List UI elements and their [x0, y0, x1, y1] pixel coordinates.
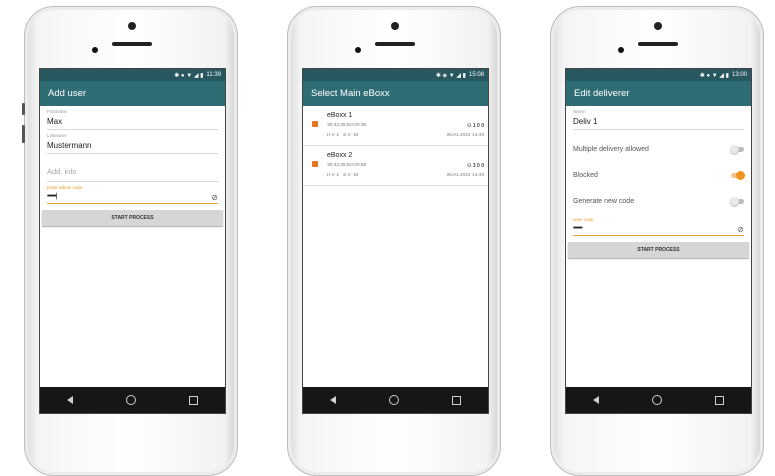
- status-icons: ✱ ◈ ▼ ◢ ▮: [435, 72, 466, 79]
- lastname-field[interactable]: Lastname Mustermann: [47, 130, 218, 154]
- status-bar: ✱ ◈ ▼ ◢ ▮ 15:08: [303, 69, 488, 81]
- earpiece-speaker: [375, 42, 415, 46]
- mute-switch: [22, 103, 25, 115]
- front-camera: [391, 22, 399, 30]
- back-icon[interactable]: [329, 396, 336, 404]
- firstname-field[interactable]: Firstname Max: [47, 106, 218, 130]
- eboxx-icon: [312, 121, 318, 127]
- status-time: 15:08: [468, 72, 484, 78]
- phone-frame: ✱ ● ▼ ◢ ▮ 13:00 Edit deliverer Name Deli…: [550, 6, 764, 476]
- multiple-delivery-toggle[interactable]: [730, 144, 744, 154]
- start-process-button[interactable]: START PROCESS: [42, 210, 223, 226]
- phone-screen: ✱ ◈ ▼ ◢ ▮ 15:08 Select Main eBoxx eBoxx …: [302, 68, 489, 414]
- phone-screen: ✱ ● ▼ ◢ ▮ 13:00 Edit deliverer Name Deli…: [565, 68, 752, 414]
- visibility-off-icon[interactable]: ⊘: [211, 193, 218, 202]
- toggle-row-multiple-delivery: Multiple delivery allowed: [573, 136, 744, 162]
- toggle-label: Generate new code: [573, 197, 635, 205]
- screen-title: Edit deliverer: [574, 88, 630, 99]
- field-value: Max: [47, 117, 63, 126]
- status-icons: ✱ ● ▼ ◢ ▮: [174, 72, 204, 79]
- eboxx-stats: 3 0 0: [472, 163, 484, 169]
- field-placeholder: Add. info: [47, 167, 77, 176]
- blocked-toggle[interactable]: [731, 170, 745, 180]
- eboxx-icon: [312, 161, 318, 167]
- add-info-field[interactable]: Add. info: [47, 154, 218, 182]
- home-icon[interactable]: [125, 395, 136, 405]
- status-time: 13:00: [731, 72, 747, 78]
- status-time: 11:39: [206, 72, 221, 78]
- recents-icon[interactable]: [189, 395, 199, 405]
- app-bar: Add user: [40, 81, 225, 106]
- status-bar: ✱ ● ▼ ◢ ▮ 11:39: [40, 69, 225, 81]
- eboxx-date: 06.01.2021 14:49: [446, 133, 484, 138]
- field-value: ••••••|: [47, 193, 57, 200]
- phone-frame: ✱ ● ▼ ◢ ▮ 11:39 Add user Firstname Max L…: [22, 6, 238, 476]
- eboxx-name: eBoxx 2: [327, 152, 353, 159]
- field-value: Mustermann: [47, 141, 92, 150]
- nav-bar: [40, 387, 225, 413]
- toggle-row-blocked: Blocked: [573, 162, 745, 188]
- eboxx-hv: H.V 1: [327, 133, 339, 138]
- toggle-label: Multiple delivery allowed: [573, 145, 649, 153]
- toggle-knob: [730, 144, 739, 154]
- nav-bar: [566, 387, 751, 413]
- app-bar: Select Main eBoxx: [303, 81, 488, 106]
- app-bar: Edit deliverer: [566, 81, 751, 106]
- start-process-button[interactable]: START PROCESS: [568, 242, 749, 258]
- eboxx-mac: 30:42:25:E0:00:36: [327, 123, 367, 128]
- sensor-dot: [92, 47, 98, 53]
- toggle-knob: [730, 196, 739, 206]
- eboxx-hv: H.V 1: [327, 173, 339, 178]
- generate-code-toggle[interactable]: [730, 196, 744, 206]
- field-value: ••••••: [573, 225, 583, 232]
- eboxx-list-item[interactable]: eBoxx 1 30:42:25:E0:00:36 ⚇ 1 0 0 H.V 1 …: [303, 106, 488, 146]
- eboxx-name: eBoxx 1: [327, 112, 353, 119]
- back-icon[interactable]: [592, 396, 599, 404]
- eboxx-sv: S.V. 10: [343, 173, 359, 178]
- home-icon[interactable]: [651, 395, 662, 405]
- eboxx-mac: 30:42:25:E0:00:58: [327, 163, 367, 168]
- admin-code-field[interactable]: Enter admin code ••••••| ⊘: [47, 182, 218, 204]
- phone-frame: ✱ ◈ ▼ ◢ ▮ 15:08 Select Main eBoxx eBoxx …: [287, 6, 501, 476]
- recents-icon[interactable]: [452, 395, 462, 405]
- status-bar: ✱ ● ▼ ◢ ▮ 13:00: [566, 69, 751, 81]
- toggle-row-generate-code: Generate new code: [573, 188, 744, 214]
- home-icon[interactable]: [388, 395, 399, 405]
- earpiece-speaker: [112, 42, 152, 46]
- sensor-dot: [618, 47, 624, 53]
- eboxx-sv: S.V. 10: [343, 133, 359, 138]
- status-icons: ✱ ● ▼ ◢ ▮: [699, 72, 729, 79]
- phone-screen: ✱ ● ▼ ◢ ▮ 11:39 Add user Firstname Max L…: [39, 68, 226, 414]
- nav-bar: [303, 387, 488, 413]
- name-field[interactable]: Name Deliv 1: [573, 106, 744, 130]
- earpiece-speaker: [638, 42, 678, 46]
- eboxx-list-item[interactable]: eBoxx 2 30:42:25:E0:00:58 ⚇ 3 0 0 H.V 1 …: [303, 146, 488, 186]
- user-code-field[interactable]: User code •••••• ⊘: [573, 214, 744, 236]
- toggle-label: Blocked: [573, 171, 598, 179]
- eboxx-stats: 1 0 0: [472, 123, 484, 129]
- screen-title: Add user: [48, 88, 87, 99]
- field-value: Deliv 1: [573, 117, 598, 126]
- toggle-knob: [736, 170, 745, 180]
- front-camera: [128, 22, 136, 30]
- front-camera: [654, 22, 662, 30]
- volume-button: [22, 125, 25, 143]
- visibility-off-icon[interactable]: ⊘: [737, 225, 744, 234]
- eboxx-date: 06.01.2021 14:49: [446, 173, 484, 178]
- recents-icon[interactable]: [715, 395, 725, 405]
- sensor-dot: [355, 47, 361, 53]
- back-icon[interactable]: [66, 396, 73, 404]
- screen-title: Select Main eBoxx: [311, 88, 390, 99]
